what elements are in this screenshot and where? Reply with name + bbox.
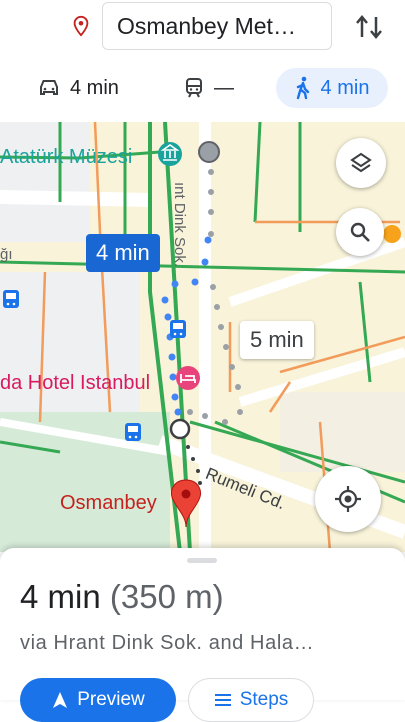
bus-stop-icon bbox=[170, 320, 186, 338]
search-along-route-button[interactable] bbox=[336, 208, 384, 256]
route-summary: 4 min (350 m) bbox=[20, 578, 224, 616]
steps-label: Steps bbox=[239, 689, 289, 710]
route-waypoint-marker bbox=[169, 418, 191, 440]
my-location-icon bbox=[335, 486, 361, 512]
list-icon bbox=[214, 694, 231, 706]
layers-button[interactable] bbox=[336, 138, 386, 188]
layers-icon bbox=[350, 152, 372, 173]
route-details-sheet[interactable]: 4 min (350 m) via Hrant Dink Sok. and Ha… bbox=[0, 548, 405, 722]
route-distance: (350 m) bbox=[109, 578, 224, 615]
route-time-chip-selected[interactable]: 4 min bbox=[86, 234, 160, 272]
train-icon bbox=[186, 78, 202, 98]
mode-transit-time: — bbox=[214, 76, 234, 99]
route-time-chip-alternate[interactable]: 5 min bbox=[240, 321, 314, 359]
museum-poi-icon bbox=[158, 142, 182, 166]
route-duration: 4 min bbox=[20, 578, 101, 615]
map-label-hotel: da Hotel Istanbul bbox=[0, 372, 151, 394]
map-label-fragment: ğı bbox=[0, 246, 13, 263]
mode-drive-tab[interactable]: 4 min bbox=[38, 68, 119, 108]
sheet-drag-handle[interactable] bbox=[187, 558, 217, 563]
destination-field[interactable]: Osmanbey Met… bbox=[102, 2, 332, 50]
route-time-alternate: 5 min bbox=[250, 327, 304, 352]
route-start-marker bbox=[198, 141, 220, 163]
directions-header: Osmanbey Met… 4 min — 4 min bbox=[0, 0, 405, 120]
mode-transit-tab[interactable]: — bbox=[184, 68, 234, 108]
map-label-museum: Atatürk Müzesi bbox=[0, 146, 133, 168]
car-icon bbox=[40, 80, 58, 95]
map-view[interactable]: Atatürk Müzesi ınt Dink Sok. ğı da Hotel… bbox=[0, 122, 405, 552]
walking-person-icon bbox=[296, 76, 309, 100]
map-label-street-top: ınt Dink Sok. bbox=[171, 182, 188, 268]
preview-button[interactable]: Preview bbox=[20, 678, 176, 722]
my-location-button[interactable] bbox=[315, 466, 381, 532]
destination-text: Osmanbey Met… bbox=[117, 12, 296, 39]
preview-label: Preview bbox=[77, 689, 145, 710]
bus-stop-icon bbox=[125, 423, 141, 441]
travel-mode-tabs: 4 min — 4 min bbox=[0, 68, 405, 108]
hotel-poi-icon bbox=[176, 366, 200, 390]
mode-walk-tab[interactable]: 4 min bbox=[276, 68, 388, 108]
navigation-arrow-icon bbox=[53, 692, 68, 708]
search-icon bbox=[350, 222, 370, 242]
route-time-selected: 4 min bbox=[96, 240, 150, 265]
mode-walk-time: 4 min bbox=[320, 76, 370, 99]
map-label-destination: Osmanbey bbox=[60, 492, 157, 514]
location-pin-icon bbox=[73, 15, 89, 37]
swap-vertical-icon[interactable] bbox=[352, 12, 386, 42]
bus-stop-icon bbox=[3, 290, 19, 308]
mode-drive-time: 4 min bbox=[70, 76, 119, 99]
steps-button[interactable]: Steps bbox=[188, 678, 314, 722]
route-via-text: via Hrant Dink Sok. and Hala… bbox=[20, 632, 315, 654]
